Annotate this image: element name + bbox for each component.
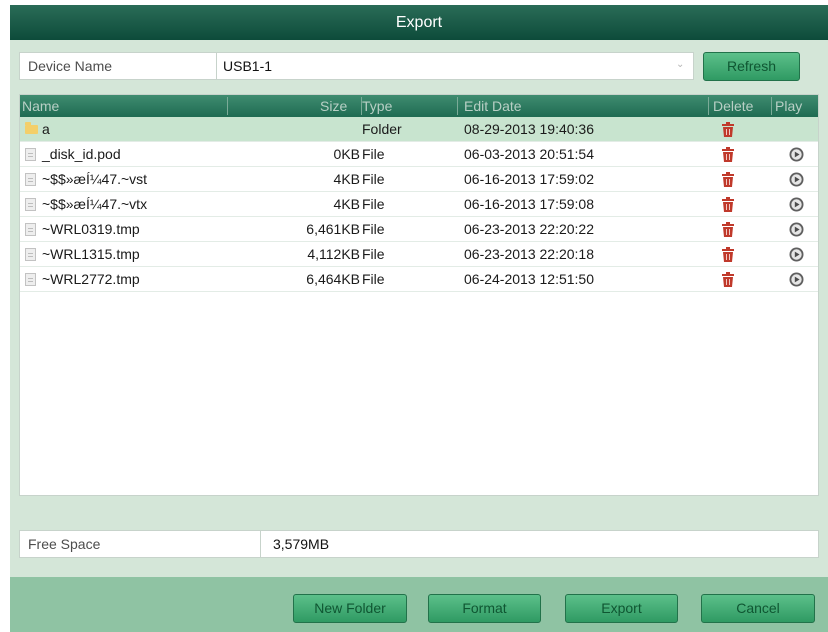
chevron-down-icon[interactable]: ⌄ — [676, 59, 685, 70]
file-type: Folder — [362, 121, 402, 137]
file-row[interactable]: ~WRL1315.tmp 4,112KB File 06-23-2013 22:20:… — [20, 242, 818, 267]
new-folder-button[interactable]: New Folder — [293, 594, 407, 623]
file-row[interactable]: ~$$»æÍ¼47.~vst 4KB File 06-16-2013 17:59:02 — [20, 167, 818, 192]
file-type: File — [362, 246, 385, 262]
refresh-button[interactable]: Refresh — [703, 52, 800, 81]
file-size: 6,464KB — [306, 271, 360, 287]
export-dialog: Export Device Name USB1-1 ⌄ Refresh Name… — [10, 5, 828, 632]
file-row[interactable]: ~$$»æÍ¼47.~vtx 4KB File 06-16-2013 17:59:08 — [20, 192, 818, 217]
file-name: ~WRL2772.tmp — [42, 271, 140, 287]
play-icon[interactable] — [789, 222, 804, 237]
file-size: 0KB — [333, 146, 360, 162]
free-space-row: Free Space 3,579MB — [19, 530, 819, 558]
file-size: 4,112KB — [307, 246, 360, 262]
file-size: 4KB — [333, 196, 360, 212]
file-row[interactable]: _disk_id.pod 0KB File 06-03-2013 20:51:54 — [20, 142, 818, 167]
row-divider — [20, 291, 818, 292]
file-icon — [25, 248, 36, 261]
delete-icon[interactable] — [721, 147, 735, 162]
column-separator — [708, 97, 709, 115]
divider — [216, 53, 217, 79]
file-row[interactable]: ~WRL2772.tmp 6,464KB File 06-24-2013 12:51:… — [20, 267, 818, 292]
file-size — [200, 117, 360, 142]
edit-date: 06-23-2013 22:20:22 — [464, 221, 594, 237]
delete-icon[interactable] — [721, 122, 735, 137]
column-header-name[interactable]: Name — [22, 95, 59, 117]
device-name-label: Device Name — [28, 58, 113, 74]
column-header-delete[interactable]: Delete — [713, 95, 753, 117]
folder-row[interactable]: a Folder 08-29-2013 19:40:36 — [20, 117, 818, 142]
column-header-edit-date[interactable]: Edit Date — [464, 95, 522, 117]
delete-icon[interactable] — [721, 172, 735, 187]
file-table: Name Size Type Edit Date Delete Play a Fo… — [19, 94, 819, 496]
table-header: Name Size Type Edit Date Delete Play — [20, 95, 818, 117]
file-type: File — [362, 196, 385, 212]
column-separator — [227, 97, 228, 115]
free-space-label: Free Space — [28, 536, 101, 552]
edit-date: 06-16-2013 17:59:08 — [464, 196, 594, 212]
device-name-row: Device Name USB1-1 ⌄ — [19, 52, 694, 80]
file-type: File — [362, 171, 385, 187]
file-icon — [25, 223, 36, 236]
file-icon — [25, 273, 36, 286]
file-size: 6,461KB — [306, 221, 360, 237]
file-name: a — [42, 121, 50, 137]
file-name: ~$$»æÍ¼47.~vst — [42, 171, 148, 187]
delete-icon[interactable] — [721, 272, 735, 287]
file-name: ~WRL1315.tmp — [42, 246, 140, 262]
play-icon[interactable] — [789, 197, 804, 212]
cancel-button[interactable]: Cancel — [701, 594, 815, 623]
divider — [260, 531, 261, 557]
file-type: File — [362, 271, 385, 287]
edit-date: 06-16-2013 17:59:02 — [464, 171, 594, 187]
file-name: ~$$»æÍ¼47.~vtx — [42, 196, 148, 212]
file-type: File — [362, 146, 385, 162]
device-select[interactable]: USB1-1 — [223, 53, 272, 79]
column-separator — [457, 97, 458, 115]
column-header-play[interactable]: Play — [775, 95, 802, 117]
delete-icon[interactable] — [721, 197, 735, 212]
play-icon[interactable] — [789, 247, 804, 262]
play-icon[interactable] — [789, 172, 804, 187]
edit-date: 06-24-2013 12:51:50 — [464, 271, 594, 287]
edit-date: 06-03-2013 20:51:54 — [464, 146, 594, 162]
delete-icon[interactable] — [721, 247, 735, 262]
column-header-type[interactable]: Type — [362, 95, 392, 117]
play-icon[interactable] — [789, 272, 804, 287]
file-size: 4KB — [333, 171, 360, 187]
play-icon[interactable] — [789, 147, 804, 162]
edit-date: 06-23-2013 22:20:18 — [464, 246, 594, 262]
file-icon — [25, 198, 36, 211]
edit-date: 08-29-2013 19:40:36 — [464, 121, 594, 137]
column-separator — [771, 97, 772, 115]
file-type: File — [362, 221, 385, 237]
export-button[interactable]: Export — [565, 594, 678, 623]
dialog-title: Export — [10, 5, 828, 40]
file-name: _disk_id.pod — [42, 146, 121, 162]
free-space-value: 3,579MB — [273, 536, 330, 552]
file-name: ~WRL0319.tmp — [42, 221, 140, 237]
folder-icon — [25, 122, 38, 134]
column-header-size[interactable]: Size — [320, 95, 347, 117]
delete-icon[interactable] — [721, 222, 735, 237]
file-icon — [25, 173, 36, 186]
format-button[interactable]: Format — [428, 594, 541, 623]
file-icon — [25, 148, 36, 161]
file-row[interactable]: ~WRL0319.tmp 6,461KB File 06-23-2013 22:20:… — [20, 217, 818, 242]
